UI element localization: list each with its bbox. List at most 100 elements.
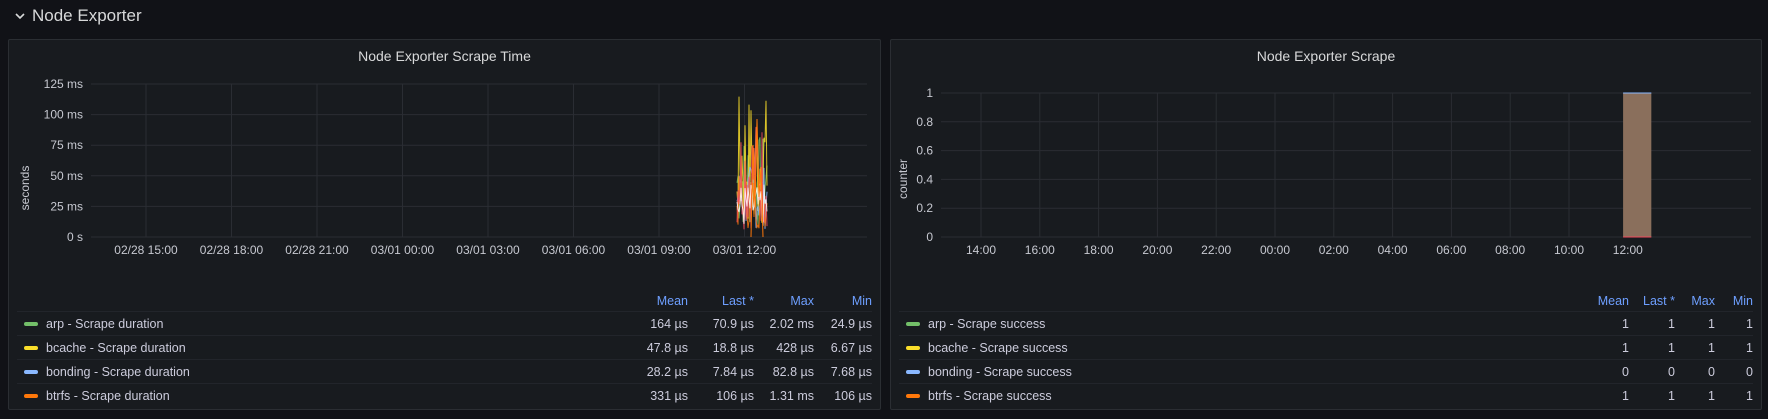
- legend-col-max[interactable]: Max: [1675, 294, 1715, 308]
- y-tick-label: 75 ms: [50, 138, 83, 152]
- legend-col-min[interactable]: Min: [814, 294, 872, 308]
- row-title: Node Exporter: [32, 6, 142, 25]
- legend-col-mean[interactable]: Mean: [628, 294, 688, 308]
- legend-series-name[interactable]: bonding - Scrape duration: [46, 365, 628, 379]
- legend-last-value: 0: [1668, 364, 1675, 379]
- legend: Mean Last * Max Min arp - Scrape duratio…: [17, 291, 872, 407]
- series-color-swatch[interactable]: [906, 369, 920, 374]
- legend-max-value: 0: [1708, 364, 1715, 379]
- x-tick-label: 22:00: [1201, 243, 1231, 257]
- legend-max-value: 428 µs: [776, 340, 814, 355]
- legend-series-name[interactable]: btrfs - Scrape success: [928, 389, 1573, 403]
- series-color-swatch[interactable]: [24, 321, 38, 326]
- legend-max-value: 2.02 ms: [769, 316, 814, 331]
- y-tick-label: 0.6: [916, 144, 933, 158]
- x-tick-label: 06:00: [1436, 243, 1466, 257]
- legend-last-value: 7.84 µs: [712, 364, 754, 379]
- series-color-swatch[interactable]: [906, 393, 920, 398]
- legend-mean-value: 1: [1622, 340, 1629, 355]
- legend-item[interactable]: bonding - Scrape duration 28.2 µs 7.84 µs 8…: [17, 359, 872, 383]
- legend-last-value: 106 µs: [716, 388, 754, 403]
- scrape-time-chart: seconds 0 s 25 ms 50 ms 75 ms 100 ms 125 ms 02…: [18, 77, 867, 257]
- legend-col-min[interactable]: Min: [1715, 294, 1753, 308]
- x-tick-label: 12:00: [1613, 243, 1643, 257]
- legend-mean-value: 28.2 µs: [646, 364, 688, 379]
- x-tick-label: 02/28 15:00: [114, 243, 178, 257]
- x-tick-label: 03/01 12:00: [713, 243, 777, 257]
- panel-scrape-time[interactable]: Node Exporter Scrape Time seconds 0 s 25 …: [8, 39, 881, 410]
- legend-header: Mean Last * Max Min: [899, 291, 1753, 311]
- legend-series-name[interactable]: bcache - Scrape duration: [46, 341, 628, 355]
- series-color-swatch[interactable]: [24, 369, 38, 374]
- legend-series-name[interactable]: bcache - Scrape success: [928, 341, 1573, 355]
- x-tick-label: 10:00: [1554, 243, 1584, 257]
- x-tick-label: 18:00: [1084, 243, 1114, 257]
- x-tick-label: 03/01 06:00: [542, 243, 606, 257]
- legend-item[interactable]: arp - Scrape duration 164 µs 70.9 µs 2.02 m…: [17, 311, 872, 335]
- legend-mean-value: 164 µs: [650, 316, 688, 331]
- x-tick-label: 02/28 18:00: [200, 243, 264, 257]
- series-color-swatch[interactable]: [24, 345, 38, 350]
- x-tick-label: 16:00: [1025, 243, 1055, 257]
- legend-last-value: 1: [1668, 316, 1675, 331]
- legend-last-value: 70.9 µs: [712, 316, 754, 331]
- legend-item[interactable]: bonding - Scrape success 0 0 0 0: [899, 359, 1753, 383]
- y-tick-label: 0 s: [67, 230, 83, 244]
- legend-mean-value: 1: [1622, 316, 1629, 331]
- legend-max-value: 82.8 µs: [772, 364, 814, 379]
- legend-col-mean[interactable]: Mean: [1573, 294, 1629, 308]
- row-header[interactable]: Node Exporter: [14, 4, 142, 28]
- legend-min-value: 24.9 µs: [830, 316, 872, 331]
- y-tick-label: 125 ms: [44, 77, 83, 91]
- legend-item[interactable]: arp - Scrape success 1 1 1 1: [899, 311, 1753, 335]
- legend-last-value: 1: [1668, 340, 1675, 355]
- chevron-down-icon: [15, 13, 25, 20]
- y-tick-label: 50 ms: [50, 169, 83, 183]
- legend-max-value: 1: [1708, 316, 1715, 331]
- legend-min-value: 1: [1746, 340, 1753, 355]
- x-tick-label: 02/28 21:00: [285, 243, 349, 257]
- legend: Mean Last * Max Min arp - Scrape success…: [899, 291, 1753, 407]
- legend-series-name[interactable]: btrfs - Scrape duration: [46, 389, 628, 403]
- series-color-swatch[interactable]: [906, 321, 920, 326]
- legend-item[interactable]: btrfs - Scrape success 1 1 1 1: [899, 383, 1753, 407]
- scrape-success-chart: counter 0 0.2 0.4 0.6 0.8 1 14:00 16:00 18:00 20:…: [896, 86, 1751, 257]
- x-tick-label: 08:00: [1495, 243, 1525, 257]
- panel-scrape-success[interactable]: Node Exporter Scrape counter 0 0.2 0.4 0.6 0…: [890, 39, 1762, 410]
- legend-min-value: 7.68 µs: [830, 364, 872, 379]
- x-tick-label: 02:00: [1319, 243, 1349, 257]
- y-axis-label: seconds: [18, 166, 32, 211]
- x-tick-label: 20:00: [1142, 243, 1172, 257]
- legend-col-last[interactable]: Last *: [1629, 294, 1675, 308]
- y-tick-label: 100 ms: [44, 108, 83, 122]
- legend-item[interactable]: bcache - Scrape success 1 1 1 1: [899, 335, 1753, 359]
- legend-last-value: 18.8 µs: [712, 340, 754, 355]
- series-color-swatch[interactable]: [24, 393, 38, 398]
- legend-mean-value: 1: [1622, 388, 1629, 403]
- y-tick-label: 1: [926, 86, 933, 100]
- y-tick-label: 0.4: [916, 172, 933, 186]
- x-tick-label: 03/01 09:00: [627, 243, 691, 257]
- legend-header: Mean Last * Max Min: [17, 291, 872, 311]
- legend-min-value: 106 µs: [834, 388, 872, 403]
- legend-item[interactable]: btrfs - Scrape duration 331 µs 106 µs 1.31 …: [17, 383, 872, 407]
- legend-item[interactable]: bcache - Scrape duration 47.8 µs 18.8 µs 42…: [17, 335, 872, 359]
- y-tick-label: 0: [926, 230, 933, 244]
- x-tick-label: 03/01 00:00: [371, 243, 435, 257]
- legend-last-value: 1: [1668, 388, 1675, 403]
- y-tick-label: 25 ms: [50, 199, 83, 213]
- legend-col-last[interactable]: Last *: [688, 294, 754, 308]
- legend-series-name[interactable]: arp - Scrape duration: [46, 317, 628, 331]
- legend-col-max[interactable]: Max: [754, 294, 814, 308]
- legend-series-name[interactable]: bonding - Scrape success: [928, 365, 1573, 379]
- y-axis-label: counter: [896, 159, 910, 199]
- y-tick-label: 0.2: [916, 201, 933, 215]
- x-tick-label: 04:00: [1378, 243, 1408, 257]
- legend-mean-value: 47.8 µs: [646, 340, 688, 355]
- filled-area: [1623, 93, 1652, 237]
- legend-series-name[interactable]: arp - Scrape success: [928, 317, 1573, 331]
- legend-min-value: 1: [1746, 316, 1753, 331]
- series-color-swatch[interactable]: [906, 345, 920, 350]
- legend-max-value: 1: [1708, 340, 1715, 355]
- x-tick-label: 14:00: [966, 243, 996, 257]
